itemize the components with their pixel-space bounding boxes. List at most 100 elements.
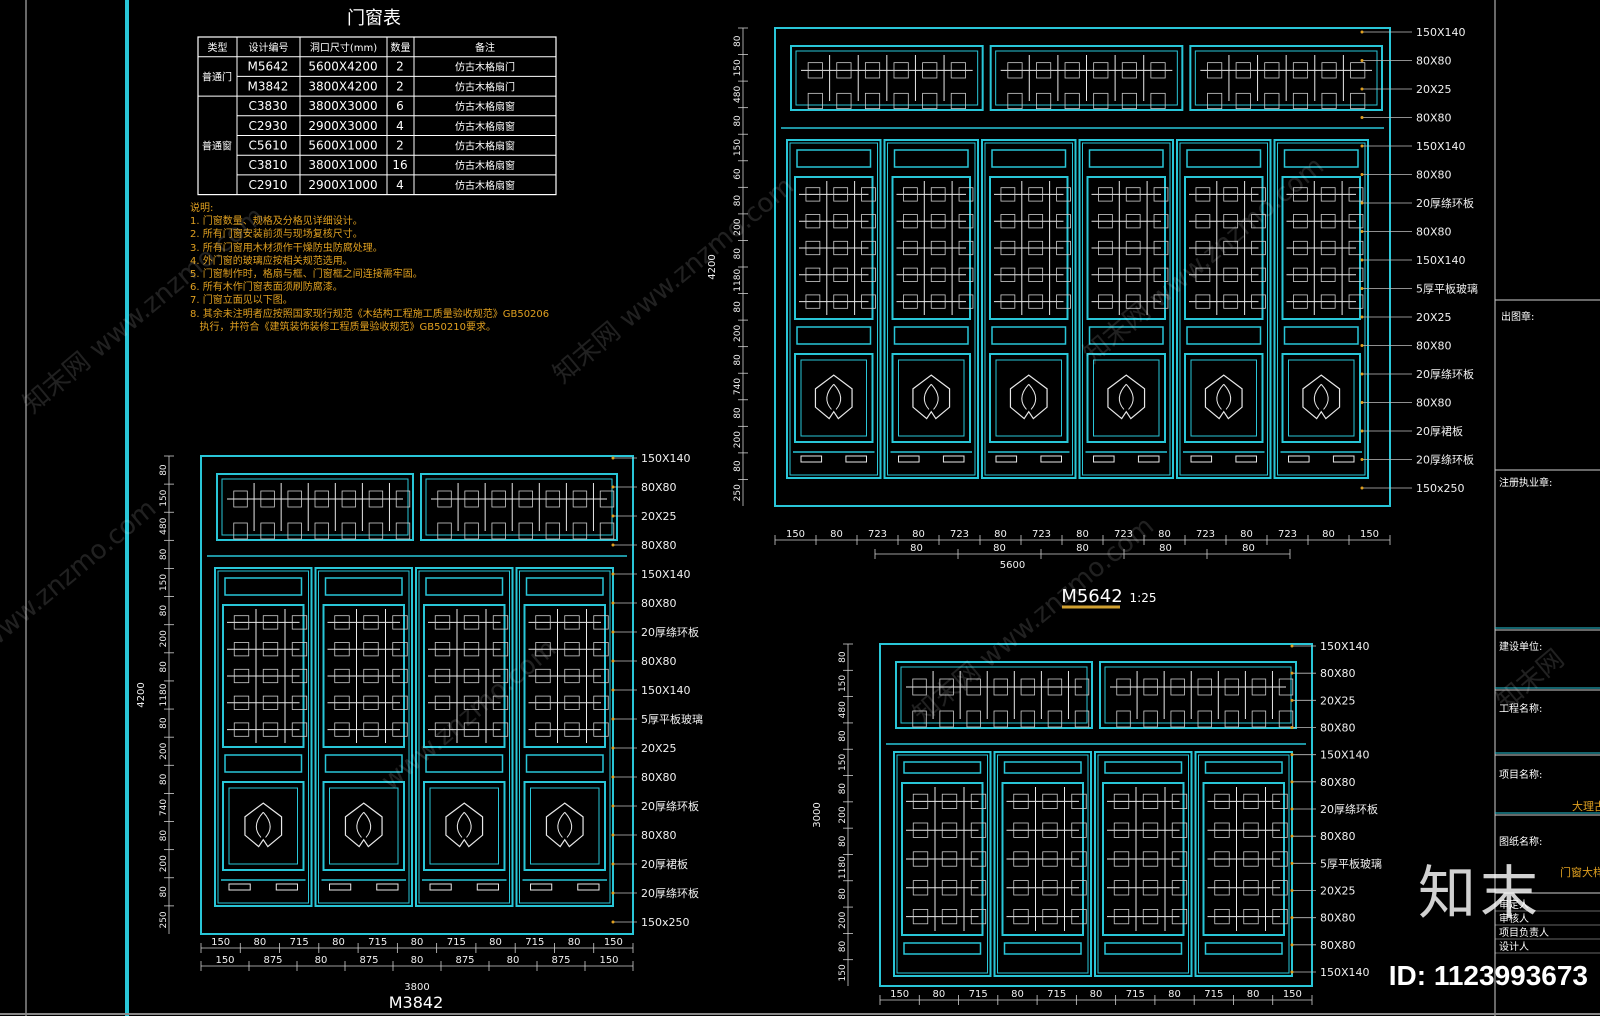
dimension-label: 200	[838, 806, 848, 823]
dimension-label: 723	[950, 529, 969, 540]
callout-dot	[611, 485, 615, 489]
dimension-label: 150	[159, 489, 169, 506]
dimension-label: 80	[159, 717, 169, 729]
callout-dot	[1360, 372, 1364, 376]
table-cell-size: 3800X4200	[308, 79, 377, 93]
lattice-pattern	[1091, 181, 1169, 315]
table-cell-note: 仿古木格扇窗	[455, 179, 515, 192]
dimension-label: 80	[733, 354, 743, 366]
callout-dot	[1360, 201, 1364, 205]
table-cell-size: 2900X3000	[308, 119, 377, 133]
table-cell-note: 仿古木格扇门	[455, 80, 515, 93]
callout-dot	[611, 630, 615, 634]
callout-dot	[1360, 59, 1364, 62]
drawing-scale: 1:25	[1130, 591, 1157, 605]
callout-dot	[611, 920, 615, 924]
title-block-value: 门窗大样	[1560, 865, 1600, 879]
title-block-label: 建设单位:	[1499, 640, 1542, 653]
table-header: 备注	[475, 41, 495, 54]
lattice-pattern	[1189, 181, 1266, 315]
dimension-label: 250	[159, 911, 169, 928]
title-block-value: 大理古	[1572, 799, 1600, 813]
callout-label: 80X80	[641, 655, 677, 668]
dimension-label: 715	[290, 937, 309, 948]
drawing-label: M5642	[1061, 586, 1122, 607]
table-cell-code: C3830	[249, 99, 288, 113]
dimension-label: 4200	[707, 254, 718, 279]
callout-dot	[1360, 486, 1364, 490]
brand-logo: 知末	[1417, 859, 1542, 927]
dimension-label: 715	[969, 989, 988, 1000]
callout-label: 5厚平板玻璃	[1320, 856, 1382, 870]
dimension-label: 150	[604, 937, 623, 948]
callout-label: 20厚绦环板	[1320, 802, 1378, 816]
table-cell-note: 仿古木格扇窗	[455, 140, 515, 153]
dimension-label: 80	[912, 529, 925, 540]
callout-dot	[1290, 753, 1294, 757]
dimension-label: 80	[1159, 543, 1172, 554]
lattice-pattern	[799, 181, 876, 315]
callout-dot	[1360, 458, 1364, 461]
callout-dot	[1360, 401, 1364, 404]
table-cell-code: C3810	[249, 158, 288, 172]
dimension-label: 200	[733, 325, 743, 342]
table-cell-note: 仿古木格扇窗	[455, 100, 515, 113]
callout-label: 20厚绦环板	[1416, 196, 1474, 210]
dimension-label: 80	[838, 783, 848, 795]
callout-dot	[1290, 780, 1294, 784]
dimension-label: 80	[1322, 529, 1335, 540]
dimension-label: 200	[159, 855, 169, 872]
dimension-label: 150	[1360, 529, 1379, 540]
dimension-label: 723	[868, 529, 887, 540]
dimension-label: 80	[733, 115, 743, 127]
dimension-label: 80	[993, 543, 1006, 554]
callout-label: 80X80	[641, 771, 677, 784]
callout-dot	[1290, 916, 1294, 920]
callout-dot	[611, 833, 615, 837]
dimension-label: 80	[830, 529, 843, 540]
callout-dot	[611, 862, 615, 866]
callout-label: 20厚绦环板	[641, 886, 699, 900]
dimension-label: 723	[1032, 529, 1051, 540]
table-header: 类型	[208, 41, 228, 54]
callout-label: 80X80	[1320, 830, 1356, 843]
callout-dot	[1360, 30, 1364, 34]
lattice-pattern	[896, 181, 974, 315]
callout-dot	[1290, 644, 1294, 648]
callout-label: 80X80	[641, 829, 677, 842]
callout-dot	[1290, 943, 1294, 947]
callout-label: 150x250	[1416, 482, 1465, 495]
dimension-label: 60	[733, 168, 743, 180]
dimension-label: 1180	[733, 269, 743, 292]
dimension-label: 200	[733, 431, 743, 448]
callout-dot	[611, 891, 615, 895]
dimension-label: 80	[332, 937, 345, 948]
dimension-label: 740	[733, 378, 743, 395]
callout-dot	[1290, 698, 1294, 702]
dimension-label: 80	[315, 955, 328, 966]
dimension-label: 80	[254, 937, 267, 948]
table-cell-size: 3800X3000	[308, 99, 377, 113]
dimension-label: 1180	[838, 856, 848, 879]
callout-dot	[1360, 258, 1364, 262]
callout-dot	[1290, 671, 1294, 675]
dimension-label: 80	[838, 730, 848, 742]
table-cell-qty: 6	[396, 99, 404, 113]
callout-label: 80X80	[1320, 912, 1356, 925]
cad-drawing-canvas[interactable]: 门窗表类型 设计编号 洞口尺寸(mm) 数量 备注普通门普通窗 M5642 5600X420…	[0, 0, 1600, 1016]
dimension-label: 715	[1126, 989, 1145, 1000]
dimension-label: 80	[733, 407, 743, 419]
callout-dot	[611, 775, 615, 779]
table-cell-code: C5610	[249, 139, 288, 153]
dimension-label: 80	[159, 773, 169, 785]
callout-dot	[1290, 834, 1294, 838]
callout-label: 150X140	[641, 452, 691, 465]
callout-label: 20厚绦环板	[641, 799, 699, 813]
dimension-label: 80	[838, 835, 848, 847]
table-cell-code: C2910	[249, 178, 288, 192]
table-cell-qty: 16	[392, 158, 407, 172]
callout-label: 150X140	[641, 684, 691, 697]
callout-label: 20X25	[641, 510, 677, 523]
callout-label: 80X80	[1416, 226, 1452, 239]
callout-dot	[1360, 87, 1364, 91]
